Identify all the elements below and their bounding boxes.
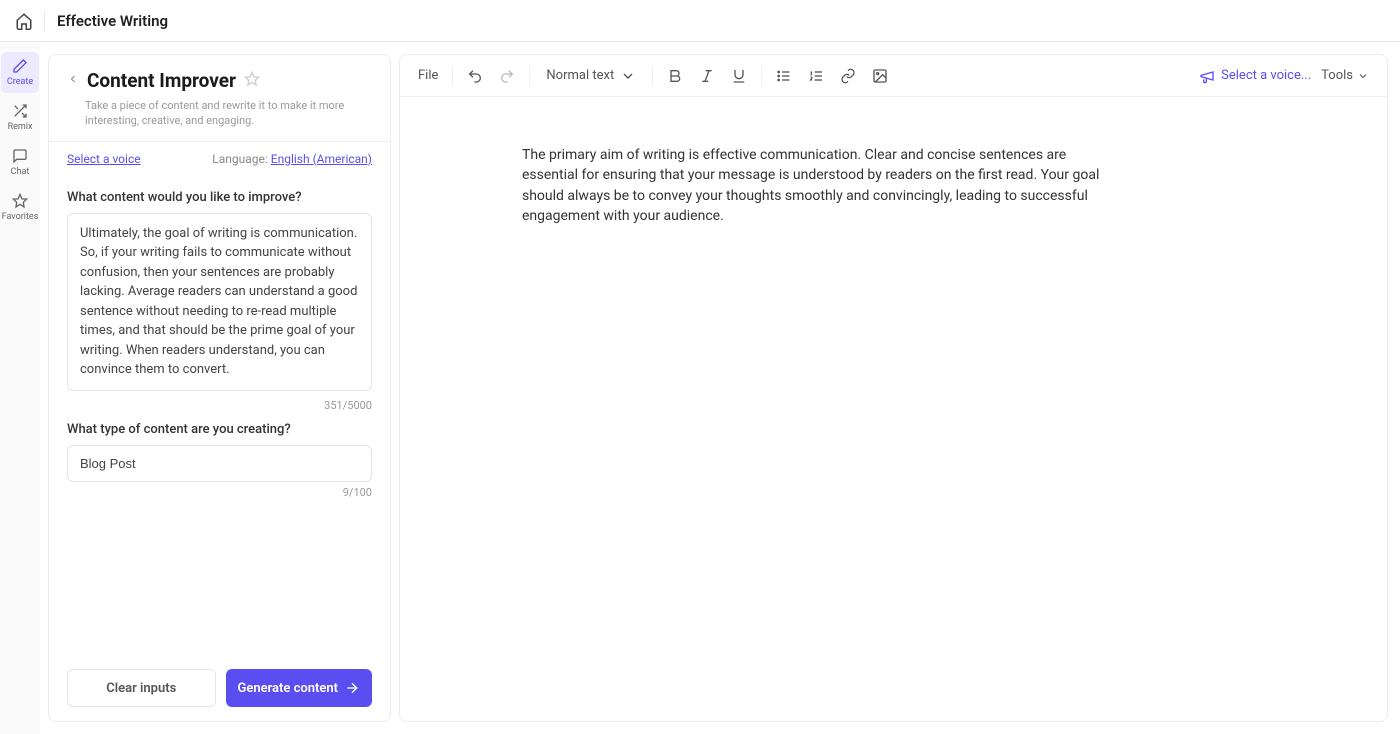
- field-label-type: What type of content are you creating?: [67, 422, 372, 437]
- rail-item-create[interactable]: Create: [1, 52, 39, 93]
- star-outline-icon: [244, 71, 260, 87]
- toolbar-separator: [529, 67, 530, 85]
- bullet-list-button[interactable]: [770, 64, 798, 88]
- underline-icon: [731, 68, 747, 84]
- home-icon: [15, 12, 33, 30]
- clear-button[interactable]: Clear inputs: [67, 669, 216, 707]
- star-icon: [12, 193, 28, 209]
- italic-icon: [699, 68, 715, 84]
- home-button[interactable]: [12, 9, 36, 33]
- favorite-toggle[interactable]: [244, 71, 260, 91]
- type-input[interactable]: [67, 445, 372, 482]
- toolbar-separator: [452, 67, 453, 85]
- arrow-right-icon: [344, 680, 360, 696]
- megaphone-icon: [1199, 68, 1215, 84]
- panel-title: Content Improver: [87, 69, 236, 92]
- voice-selector[interactable]: Select a voice...: [1199, 68, 1311, 84]
- panel-footer: Clear inputs Generate content: [49, 655, 390, 721]
- italic-button[interactable]: [693, 64, 721, 88]
- rail-item-chat[interactable]: Chat: [1, 142, 39, 183]
- voice-label: Select a voice...: [1221, 68, 1311, 83]
- document-area[interactable]: The primary aim of writing is effective …: [400, 97, 1387, 721]
- generate-button[interactable]: Generate content: [226, 669, 373, 707]
- editor-toolbar: File Normal text Select a voice...: [400, 55, 1387, 97]
- bullet-list-icon: [776, 68, 792, 84]
- pencil-icon: [12, 58, 28, 74]
- rail-label: Create: [7, 77, 33, 87]
- shuffle-icon: [12, 103, 28, 119]
- text-style-dropdown[interactable]: Normal text: [538, 64, 644, 88]
- type-char-count: 9/100: [67, 486, 372, 499]
- chevron-down-icon: [1357, 70, 1369, 82]
- generate-label: Generate content: [237, 681, 338, 696]
- chevron-left-icon: [67, 73, 79, 85]
- content-textarea[interactable]: [67, 213, 372, 391]
- header-separator: [44, 11, 45, 31]
- number-list-button[interactable]: [802, 64, 830, 88]
- rail-label: Remix: [8, 122, 33, 132]
- page-title: Effective Writing: [57, 12, 168, 30]
- rail-item-remix[interactable]: Remix: [1, 97, 39, 138]
- redo-icon: [499, 68, 515, 84]
- chevron-down-icon: [620, 68, 636, 84]
- document-content: The primary aim of writing is effective …: [522, 145, 1102, 226]
- app-body: Create Remix Chat Favorites Content Impr…: [0, 42, 1400, 734]
- link-icon: [840, 68, 856, 84]
- back-button[interactable]: [67, 73, 79, 89]
- tools-menu[interactable]: Tools: [1315, 64, 1375, 87]
- panel-description: Take a piece of content and rewrite it t…: [85, 98, 372, 129]
- toolbar-separator: [761, 67, 762, 85]
- rail-item-favorites[interactable]: Favorites: [1, 187, 39, 228]
- panel-body: What content would you like to improve? …: [49, 176, 390, 655]
- underline-button[interactable]: [725, 64, 753, 88]
- panel-header: Content Improver Take a piece of content…: [49, 55, 390, 142]
- number-list-icon: [808, 68, 824, 84]
- rail-label: Favorites: [2, 212, 39, 222]
- bold-icon: [667, 68, 683, 84]
- field-label-content: What content would you like to improve?: [67, 190, 372, 205]
- language-link[interactable]: English (American): [271, 152, 372, 166]
- rail-label: Chat: [11, 167, 30, 177]
- file-menu[interactable]: File: [412, 64, 444, 87]
- undo-icon: [467, 68, 483, 84]
- editor: File Normal text Select a voice...: [399, 54, 1388, 722]
- side-rail: Create Remix Chat Favorites: [0, 42, 40, 734]
- toolbar-separator: [652, 67, 653, 85]
- redo-button[interactable]: [493, 64, 521, 88]
- bold-button[interactable]: [661, 64, 689, 88]
- link-button[interactable]: [834, 64, 862, 88]
- select-voice-link[interactable]: Select a voice: [67, 152, 141, 166]
- clear-label: Clear inputs: [106, 681, 176, 696]
- template-panel: Content Improver Take a piece of content…: [48, 54, 391, 722]
- panel-subheader: Select a voice Language: English (Americ…: [49, 142, 390, 176]
- text-style-label: Normal text: [546, 68, 614, 83]
- language-setting: Language: English (American): [212, 152, 372, 166]
- tools-label: Tools: [1321, 68, 1353, 83]
- content-char-count: 351/5000: [67, 399, 372, 412]
- chat-icon: [12, 148, 28, 164]
- language-label: Language:: [212, 152, 268, 166]
- image-icon: [872, 68, 888, 84]
- undo-button[interactable]: [461, 64, 489, 88]
- image-button[interactable]: [866, 64, 894, 88]
- app-header: Effective Writing: [0, 0, 1400, 42]
